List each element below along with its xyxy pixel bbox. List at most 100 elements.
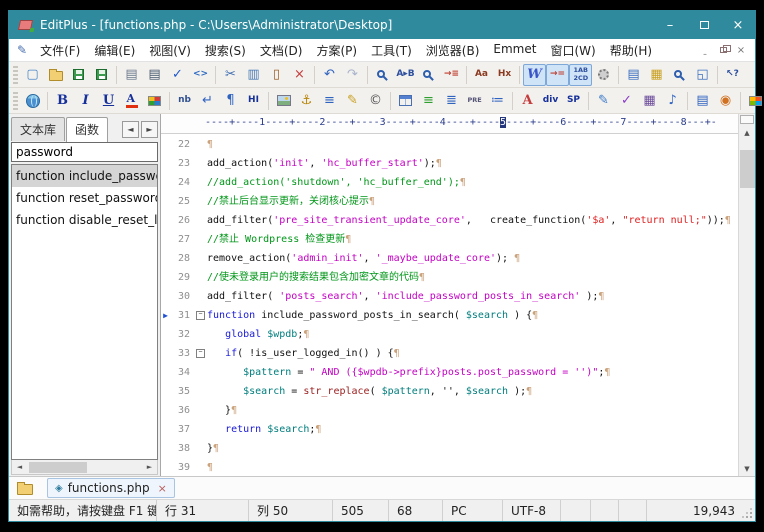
form-controls-icon[interactable]: ◉ (714, 90, 737, 112)
span-tag-icon[interactable]: SP (562, 90, 585, 112)
maximize-button[interactable] (687, 11, 721, 39)
save-all-icon[interactable] (90, 64, 113, 86)
list-tag-icon[interactable]: ≔ (486, 90, 509, 112)
list-item[interactable]: function include_passwo (12, 165, 157, 187)
auto-indent-icon[interactable]: →= (546, 64, 569, 86)
scrollbar-track[interactable] (27, 461, 142, 474)
line-break-icon[interactable]: ↵ (196, 90, 219, 112)
menu-item-1[interactable]: 编辑(E) (87, 39, 142, 62)
copy-icon[interactable]: ▥ (242, 64, 265, 86)
scrollbar-thumb[interactable] (29, 462, 87, 473)
anchor-icon[interactable]: ⚓ (295, 90, 318, 112)
code-lines[interactable]: 22¶23add_action('init', 'hc_buffer_start… (161, 134, 738, 476)
column-select-icon[interactable]: 1AB 2CD (569, 64, 592, 86)
toolbar-grip[interactable] (13, 66, 18, 84)
editor-vertical-scrollbar[interactable]: ▲ ▼ (738, 114, 755, 476)
minimize-button[interactable]: – (653, 11, 687, 39)
menu-item-0[interactable]: 文件(F) (33, 39, 87, 62)
save-icon[interactable] (67, 64, 90, 86)
new-file-icon[interactable]: ▢ (21, 64, 44, 86)
function-filter-input[interactable] (11, 142, 158, 162)
word-wrap-icon[interactable]: W (523, 64, 546, 86)
mdi-restore-button[interactable] (715, 43, 731, 57)
close-tab-icon[interactable]: × (158, 482, 167, 495)
custom-tools-icon[interactable] (744, 90, 764, 112)
menu-item-4[interactable]: 文档(D) (253, 39, 310, 62)
menu-item-8[interactable]: Emmet (486, 39, 543, 62)
mdi-close-button[interactable]: × (733, 43, 749, 57)
media-icon[interactable]: ▦ (638, 90, 661, 112)
bold-icon[interactable]: B (51, 90, 74, 112)
find-icon[interactable] (371, 64, 394, 86)
menu-item-3[interactable]: 搜索(S) (198, 39, 253, 62)
print-icon[interactable]: ▤ (143, 64, 166, 86)
browser-preview-icon[interactable] (21, 90, 44, 112)
hr-icon[interactable]: ≡ (318, 90, 341, 112)
replace-icon[interactable]: A▸B (394, 64, 417, 86)
sidebar-tab-1[interactable]: 函数 (66, 117, 108, 142)
scrollbar-thumb[interactable] (740, 150, 755, 188)
div-tag-icon[interactable]: div (539, 90, 562, 112)
close-button[interactable]: × (721, 11, 755, 39)
file-browser-icon[interactable] (668, 64, 691, 86)
table-icon[interactable] (394, 90, 417, 112)
note-icon[interactable]: ✎ (341, 90, 364, 112)
editor-pane[interactable]: ----+----1----+----2----+----3----+----4… (161, 114, 755, 476)
find-in-files-icon[interactable] (417, 64, 440, 86)
tab-scroll-right-button[interactable]: ► (141, 121, 158, 138)
undo-icon[interactable]: ↶ (318, 64, 341, 86)
font-color-icon[interactable] (120, 90, 143, 112)
menu-item-7[interactable]: 浏览器(B) (419, 39, 487, 62)
tab-scroll-left-button[interactable]: ◄ (122, 121, 139, 138)
mdi-minimize-button[interactable]: ˍ (697, 43, 713, 57)
preferences-icon[interactable] (592, 64, 615, 86)
sidebar-tab-0[interactable]: 文本库 (11, 117, 65, 141)
scroll-right-arrow-icon[interactable]: ► (142, 461, 157, 474)
form-icon[interactable]: ▤ (691, 90, 714, 112)
print-preview-icon[interactable]: ▤ (120, 64, 143, 86)
toolbar-grip[interactable] (13, 92, 18, 110)
delete-icon[interactable]: × (288, 64, 311, 86)
menu-item-5[interactable]: 方案(P) (309, 39, 364, 62)
copyright-icon[interactable]: © (364, 90, 387, 112)
pre-tag-icon[interactable]: PRE (463, 90, 486, 112)
nbsp-icon[interactable]: nb (173, 90, 196, 112)
fold-collapse-icon[interactable]: − (196, 311, 205, 320)
script-edit-icon[interactable]: ✎ (592, 90, 615, 112)
folder-icon[interactable] (17, 484, 33, 495)
titlebar[interactable]: EditPlus - [functions.php - C:\Users\Adm… (9, 11, 755, 39)
goto-line-icon[interactable]: →≡ (440, 64, 463, 86)
redo-icon[interactable]: ↷ (341, 64, 364, 86)
html-check-icon[interactable]: <> (189, 64, 212, 86)
scrollbar-track[interactable] (739, 140, 755, 461)
scroll-up-arrow-icon[interactable]: ▲ (739, 125, 755, 140)
align-icon[interactable]: ≡ (417, 90, 440, 112)
split-box[interactable] (740, 115, 754, 124)
image-icon[interactable] (272, 90, 295, 112)
italic-icon[interactable]: I (74, 90, 97, 112)
menu-item-9[interactable]: 窗口(W) (543, 39, 602, 62)
style-check-icon[interactable]: ✓ (615, 90, 638, 112)
paste-icon[interactable]: ▯ (265, 64, 288, 86)
menu-item-6[interactable]: 工具(T) (364, 39, 419, 62)
list-item[interactable]: function disable_reset_lo (12, 209, 157, 231)
context-help-icon[interactable]: ↖? (721, 64, 744, 86)
scroll-down-arrow-icon[interactable]: ▼ (739, 461, 755, 476)
center-text-icon[interactable]: ≣ (440, 90, 463, 112)
document-tab-functions.php[interactable]: ◈functions.php× (47, 478, 175, 498)
list-item[interactable]: function reset_password_ (12, 187, 157, 209)
hex-view-icon[interactable]: Hx (493, 64, 516, 86)
toggle-case-icon[interactable]: Aa (470, 64, 493, 86)
new-window-icon[interactable]: ◱ (691, 64, 714, 86)
paragraph-icon[interactable]: ¶ (219, 90, 242, 112)
scroll-left-arrow-icon[interactable]: ◄ (12, 461, 27, 474)
open-folder-icon[interactable] (44, 64, 67, 86)
menu-item-2[interactable]: 视图(V) (142, 39, 198, 62)
resize-grip[interactable] (743, 500, 755, 521)
cut-icon[interactable]: ✂ (219, 64, 242, 86)
color-palette-icon[interactable] (143, 90, 166, 112)
sidebar-horizontal-scrollbar[interactable]: ◄ ► (11, 460, 158, 475)
spell-check-icon[interactable]: ✓ (166, 64, 189, 86)
heading-icon[interactable]: HI (242, 90, 265, 112)
underline-icon[interactable]: U (97, 90, 120, 112)
